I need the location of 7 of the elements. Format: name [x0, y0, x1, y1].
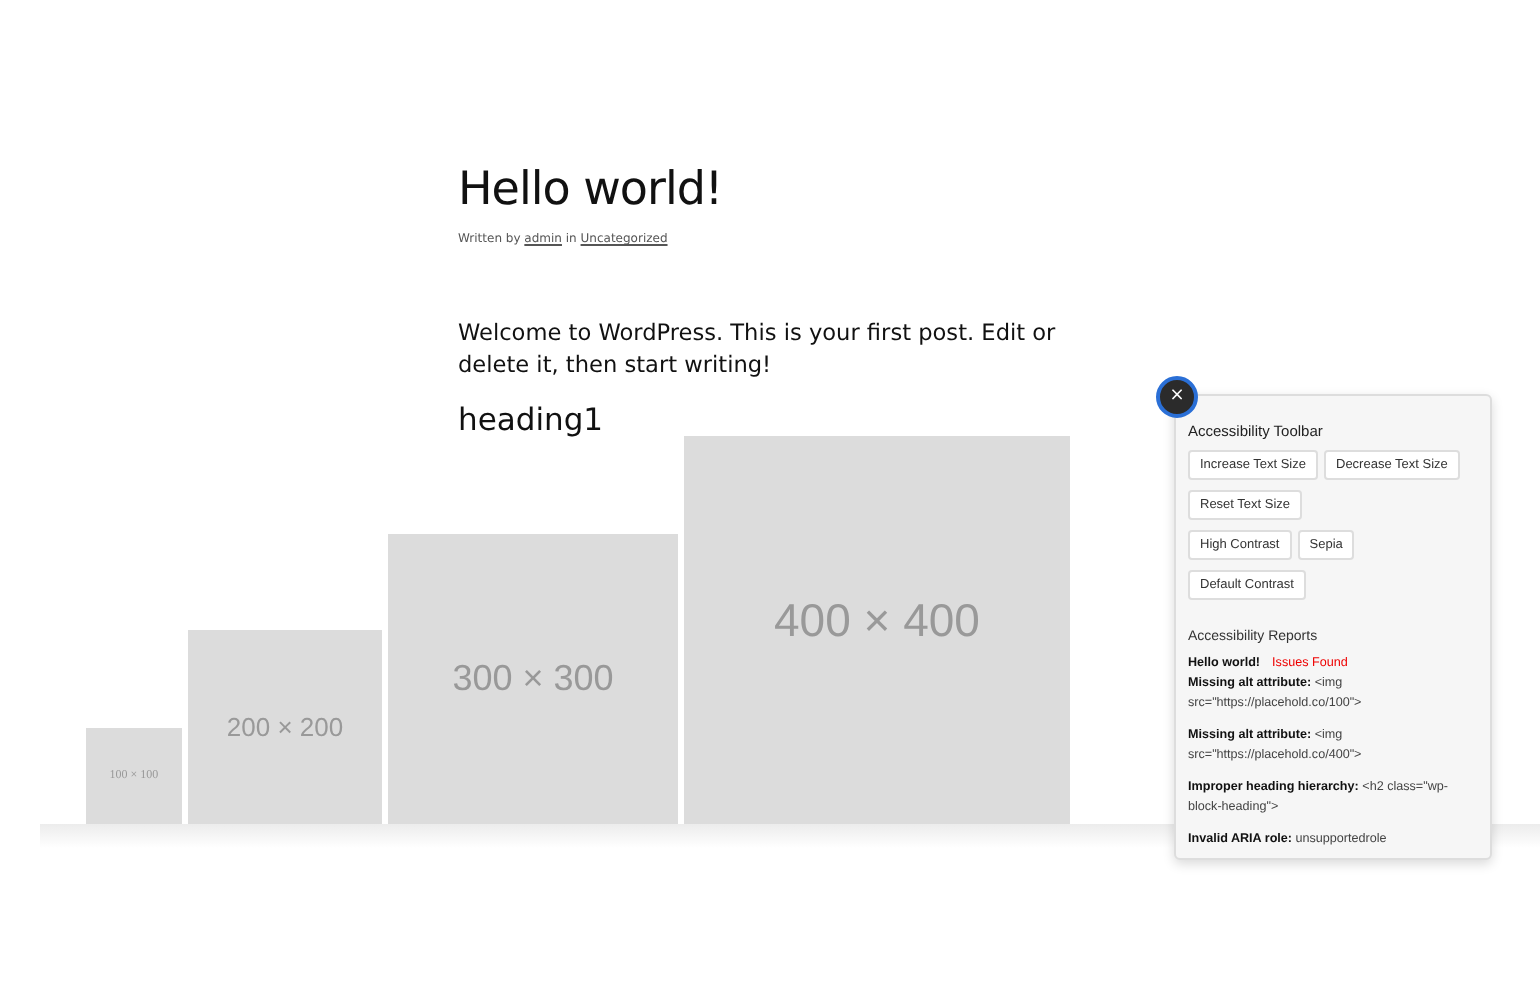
- post-paragraph: Welcome to WordPress. This is your first post. Edit or delete it, then start writing!: [458, 318, 1058, 382]
- close-button[interactable]: ×: [1156, 376, 1198, 418]
- post-heading: heading1: [458, 400, 606, 440]
- post-title: Hello world!: [458, 162, 725, 220]
- placeholder-image: 400 × 400: [684, 436, 1070, 824]
- placeholder-image: 200 × 200: [188, 630, 382, 824]
- placeholder-image: 300 × 300: [388, 534, 678, 824]
